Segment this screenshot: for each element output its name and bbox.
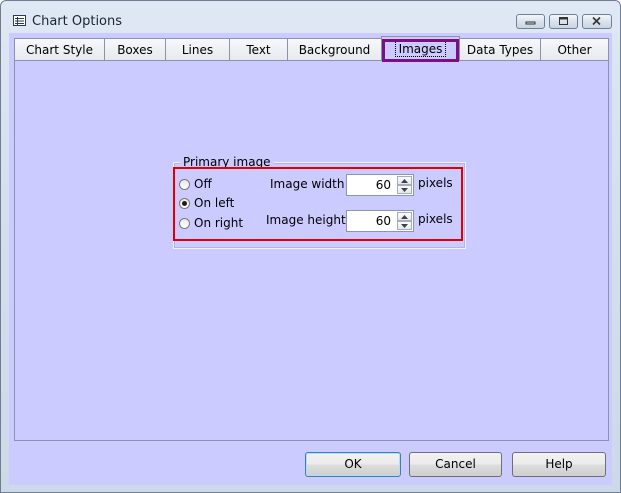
tab-bar: Chart Style Boxes Lines Text Background …	[14, 36, 609, 62]
radio-off[interactable]: Off	[179, 176, 212, 192]
images-tab-panel: Primary image Off On left On right Image…	[14, 60, 609, 441]
arrow-up-icon	[401, 215, 408, 219]
tab-label: Chart Style	[26, 43, 93, 57]
tab-label: Lines	[181, 43, 214, 57]
tab-text[interactable]: Text	[229, 38, 288, 60]
maximize-icon	[559, 17, 568, 25]
tab-images[interactable]: Images	[381, 36, 460, 61]
radio-button[interactable]	[179, 178, 190, 190]
radio-label-on-left: On left	[194, 196, 235, 210]
image-width-label: Image width :	[270, 177, 353, 191]
arrow-up-icon	[401, 179, 408, 183]
app-icon	[13, 15, 26, 26]
image-width-value[interactable]: 60	[376, 178, 391, 192]
help-button[interactable]: Help	[512, 452, 606, 477]
tab-data-types[interactable]: Data Types	[459, 38, 541, 60]
radio-label-on-right: On right	[194, 216, 244, 230]
tab-label: Text	[246, 43, 271, 57]
image-height-spinner[interactable]: 60	[346, 210, 414, 232]
radio-button[interactable]	[179, 217, 190, 229]
close-button[interactable]	[582, 14, 612, 29]
minimize-button[interactable]	[516, 14, 545, 29]
tab-other[interactable]: Other	[540, 38, 609, 60]
image-height-label: Image height :	[266, 213, 354, 227]
tab-boxes[interactable]: Boxes	[104, 38, 166, 60]
tab-background[interactable]: Background	[287, 38, 382, 60]
spin-up-button[interactable]	[397, 212, 412, 221]
radio-on-left[interactable]: On left	[179, 195, 234, 211]
window-title: Chart Options	[32, 14, 123, 29]
spin-up-button[interactable]	[397, 176, 412, 185]
radio-label-off: Off	[194, 177, 212, 191]
close-icon	[592, 16, 601, 26]
tab-chart-style[interactable]: Chart Style	[14, 38, 105, 60]
radio-button-selected[interactable]	[179, 197, 190, 209]
image-width-unit: pixels	[418, 176, 453, 190]
title-bar[interactable]: Chart Options	[1, 1, 620, 33]
dialog-client-area: Chart Style Boxes Lines Text Background …	[9, 33, 612, 485]
primary-image-group-label: Primary image	[180, 155, 274, 169]
tab-label: Other	[557, 43, 592, 57]
tab-label: Images	[394, 41, 447, 57]
arrow-down-icon	[401, 224, 408, 228]
cancel-button[interactable]: Cancel	[409, 452, 502, 477]
tab-label: Background	[298, 43, 371, 57]
ok-button[interactable]: OK	[305, 452, 401, 477]
minimize-icon	[525, 21, 536, 25]
chart-options-window: Chart Options Chart Style Boxes Lines Te…	[0, 0, 621, 493]
maximize-button[interactable]	[549, 14, 578, 29]
image-height-value[interactable]: 60	[376, 214, 391, 228]
spin-down-button[interactable]	[397, 221, 412, 230]
tab-lines[interactable]: Lines	[165, 38, 230, 60]
image-height-unit: pixels	[418, 212, 453, 226]
arrow-down-icon	[401, 188, 408, 192]
image-width-spinner[interactable]: 60	[346, 174, 414, 196]
tab-label: Data Types	[466, 43, 534, 57]
radio-on-right[interactable]: On right	[179, 215, 243, 231]
spin-down-button[interactable]	[397, 185, 412, 194]
tab-label: Boxes	[117, 43, 153, 57]
